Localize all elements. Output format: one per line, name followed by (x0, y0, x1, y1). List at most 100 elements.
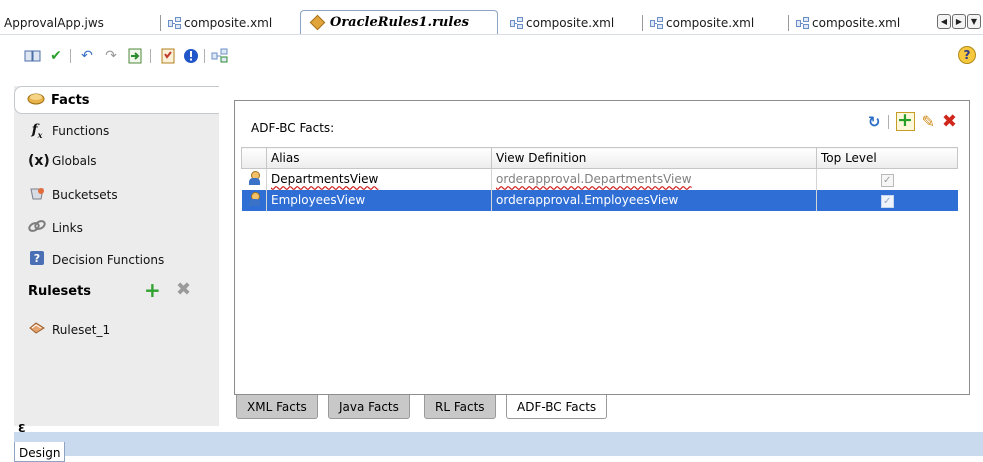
import-icon[interactable] (125, 46, 145, 66)
fact-type-tabs: XML Facts Java Facts RL Facts ADF-BC Fac… (234, 394, 970, 422)
rulesets-header: Rulesets (28, 284, 92, 299)
composite-icon (168, 16, 182, 30)
bucketset-icon (28, 185, 46, 205)
tab-java-facts[interactable]: Java Facts (328, 395, 410, 419)
redo-icon[interactable]: ↷ (101, 46, 121, 66)
tab-label: composite.xml (184, 16, 273, 30)
alias-cell[interactable]: EmployeesView (266, 189, 492, 211)
view-definition-text: orderapproval.DepartmentsView (496, 172, 692, 187)
nav-item-globals[interactable]: (x) Globals (14, 149, 219, 173)
left-navigator: Facts fx Functions (x) Globals Bucketset… (14, 86, 219, 435)
ruleset-label: Ruleset_1 (52, 323, 111, 337)
view-definition-text: orderapproval.EmployeesView (496, 193, 679, 207)
tab-separator (160, 15, 161, 31)
tab-label: XML Facts (247, 399, 307, 414)
icon-column-header (241, 147, 267, 169)
undo-icon[interactable]: ↶ (77, 46, 97, 66)
table-header-row: Alias View Definition Top Level (241, 147, 958, 169)
nav-item-bucketsets[interactable]: Bucketsets (14, 183, 219, 207)
table-row[interactable]: DepartmentsView orderapproval.Department… (241, 168, 958, 190)
panel-title: ADF-BC Facts: (251, 121, 335, 135)
nav-item-decision-functions[interactable]: ? Decision Functions (14, 248, 219, 272)
facts-panel-header: ADF-BC Facts: (235, 111, 969, 145)
svg-text:?: ? (34, 252, 40, 265)
top-level-cell[interactable]: ✓ (817, 169, 958, 190)
fact-cell-icon (241, 168, 267, 190)
tab-xml-facts[interactable]: XML Facts (236, 395, 318, 419)
composite-test-icon[interactable] (210, 46, 230, 66)
nav-label: Links (52, 221, 83, 235)
ruleset-item[interactable]: Ruleset_1 (14, 318, 219, 342)
nav-label: Bucketsets (52, 188, 118, 202)
delete-ruleset-icon[interactable]: ✖ (176, 281, 191, 299)
tab-label: composite.xml (526, 16, 615, 30)
edit-pencil-icon[interactable]: ✎ (922, 112, 935, 131)
view-object-icon (248, 170, 260, 185)
tab-composite-3[interactable]: composite.xml (642, 13, 755, 33)
column-header-alias[interactable]: Alias (266, 147, 492, 169)
tab-nav-arrows: ◀ ▶ ▼ (937, 14, 981, 29)
delete-fact-icon[interactable]: ✖ (942, 111, 957, 132)
top-level-checkbox[interactable]: ✓ (880, 173, 894, 187)
tab-label: OracleRules1.rules (330, 15, 469, 30)
nav-label: Decision Functions (52, 253, 165, 267)
tab-oraclerules-active[interactable]: OracleRules1.rules (300, 10, 498, 34)
tab-separator (642, 15, 643, 31)
top-level-checkbox[interactable]: ✓ (880, 194, 894, 208)
nav-label: Globals (52, 154, 97, 168)
tab-label: ADF-BC Facts (517, 399, 597, 414)
editor-mode-strip (14, 432, 983, 456)
tab-approvalapp[interactable]: ApprovalApp.jws (4, 13, 104, 33)
tab-label: composite.xml (666, 16, 755, 30)
tab-adf-bc-facts[interactable]: ADF-BC Facts (506, 395, 608, 419)
toolbar-separator (204, 49, 205, 63)
fact-cell-icon (241, 189, 267, 211)
decision-function-icon: ? (28, 250, 46, 270)
book-icon[interactable] (23, 46, 43, 66)
alias-cell[interactable]: DepartmentsView (266, 168, 492, 190)
tab-design[interactable]: Design (14, 442, 65, 462)
tab-separator (788, 15, 789, 31)
add-fact-icon[interactable]: + (895, 111, 915, 131)
tab-rl-facts[interactable]: RL Facts (424, 395, 496, 419)
tab-composite-2[interactable]: composite.xml (510, 13, 614, 33)
column-header-top-level[interactable]: Top Level (816, 147, 958, 169)
globals-x-icon: (x) (28, 153, 50, 169)
view-definition-cell[interactable]: orderapproval.DepartmentsView (491, 168, 817, 190)
tab-label: composite.xml (812, 16, 901, 30)
nav-item-links[interactable]: Links (14, 216, 219, 240)
design-tab-label: Design (19, 446, 61, 460)
tab-composite-1[interactable]: composite.xml (160, 13, 273, 33)
checklist-icon[interactable] (158, 46, 178, 66)
add-ruleset-icon[interactable]: + (144, 280, 161, 300)
scroll-left-icon[interactable]: ◀ (937, 14, 951, 29)
alias-text: EmployeesView (271, 193, 366, 207)
nav-item-functions[interactable]: fx Functions (14, 119, 219, 143)
refresh-icon[interactable]: ↻ (868, 113, 881, 131)
info-icon[interactable] (181, 46, 201, 66)
composite-icon (510, 16, 524, 30)
view-definition-cell[interactable]: orderapproval.EmployeesView (491, 189, 817, 211)
nav-label-facts: Facts (51, 92, 90, 108)
editor-tab-bar: ApprovalApp.jws composite.xml OracleRule… (0, 0, 983, 34)
view-object-icon (248, 191, 260, 206)
tab-label: Java Facts (339, 399, 399, 414)
tab-composite-4[interactable]: composite.xml (788, 13, 901, 33)
toolbar-separator (70, 49, 71, 63)
tab-list-dropdown-icon[interactable]: ▼ (967, 14, 981, 29)
composite-icon (650, 16, 664, 30)
help-icon[interactable]: ? (958, 46, 976, 64)
toolbar-separator (150, 49, 151, 63)
top-level-cell[interactable]: ✓ (816, 189, 958, 211)
table-row-selected[interactable]: EmployeesView orderapproval.EmployeesVie… (241, 189, 958, 211)
validate-check-icon[interactable]: ✔ (46, 46, 66, 66)
composite-icon (796, 16, 810, 30)
alias-text: DepartmentsView (271, 172, 379, 187)
ruleset-icon (28, 321, 46, 339)
facts-panel: ADF-BC Facts: ↻ + ✎ ✖ Alias View Definit… (234, 100, 970, 395)
scroll-right-icon[interactable]: ▶ (952, 14, 966, 29)
column-header-view-definition[interactable]: View Definition (491, 147, 817, 169)
nav-item-facts[interactable]: Facts (14, 86, 219, 114)
tab-label: RL Facts (435, 399, 485, 414)
facts-table: Alias View Definition Top Level Departme… (241, 147, 958, 211)
